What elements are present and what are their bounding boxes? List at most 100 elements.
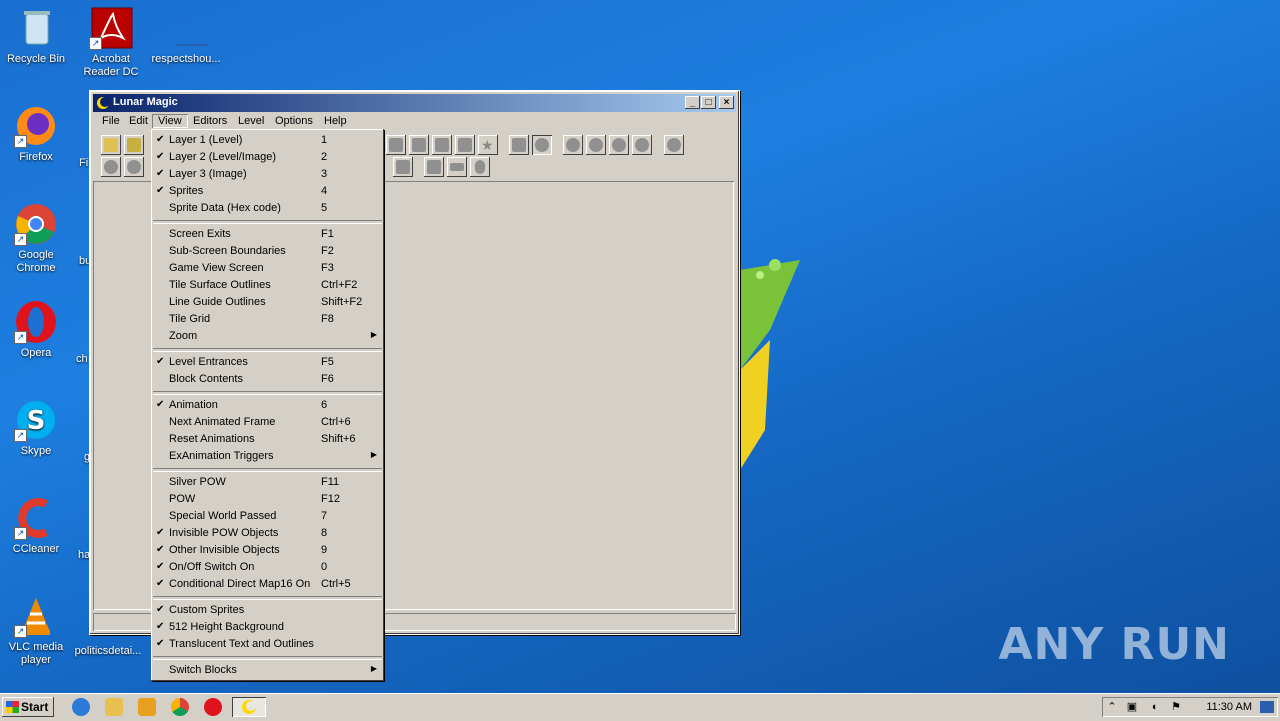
tool-button[interactable] <box>509 135 529 155</box>
tool-button[interactable] <box>124 157 144 177</box>
show-desktop-icon[interactable] <box>1260 701 1274 713</box>
menu-item-label: Level Entrances <box>169 356 248 368</box>
tool-button[interactable] <box>664 135 684 155</box>
view-menu-item[interactable]: ✔ Layer 1 (Level) 1 <box>153 132 382 149</box>
action-center-flag-icon[interactable]: ⚑ <box>1170 701 1182 713</box>
menu-help[interactable]: Help <box>318 114 353 128</box>
desktop-icon-label: VLC media player <box>8 641 64 666</box>
check-mark-icon: ✔ <box>156 604 165 615</box>
tool-button[interactable] <box>386 135 406 155</box>
view-menu-item[interactable]: Block Contents F6 <box>153 371 382 388</box>
volume-icon[interactable]: ◖ <box>1148 701 1160 713</box>
desktop-partial-label: ch <box>76 353 88 365</box>
close-button[interactable]: × <box>719 96 734 109</box>
explorer-quicklaunch-icon[interactable] <box>105 698 123 716</box>
minimize-button[interactable]: _ <box>685 96 700 109</box>
tool-button[interactable] <box>470 157 490 177</box>
maximize-button[interactable]: □ <box>701 96 716 109</box>
view-menu-item[interactable]: ✔ Layer 3 (Image) 3 <box>153 166 382 183</box>
menu-item-shortcut: F2 <box>321 245 334 257</box>
tool-button[interactable] <box>432 135 452 155</box>
desktop-icon-acrobat[interactable]: ↗ Acrobat Reader DC <box>75 6 147 79</box>
menu-options[interactable]: Options <box>269 114 319 128</box>
tool-button[interactable] <box>632 135 652 155</box>
view-menu-item[interactable]: ✔ Conditional Direct Map16 On Ctrl+5 <box>153 576 382 593</box>
skype-icon: S ↗ <box>14 398 58 442</box>
view-menu-item[interactable]: ✔ Invisible POW Objects 8 <box>153 525 382 542</box>
tool-button[interactable] <box>447 157 467 177</box>
menu-item-label: Next Animated Frame <box>169 416 276 428</box>
view-menu-item[interactable]: Sub-Screen Boundaries F2 <box>153 243 382 260</box>
tool-button[interactable] <box>609 135 629 155</box>
desktop-icon-opera[interactable]: ↗ Opera <box>0 300 72 360</box>
view-menu-item[interactable]: ✔ Translucent Text and Outlines <box>153 636 382 653</box>
menu-separator <box>153 220 382 224</box>
taskbar: Start ⌃ ▣ ◖ ⚑ 11:30 AM <box>0 693 1280 721</box>
view-menu-item[interactable]: ✔ Animation 6 <box>153 397 382 414</box>
ccleaner-icon: ↗ <box>14 496 58 540</box>
tool-button[interactable] <box>393 157 413 177</box>
tool-button[interactable] <box>455 135 475 155</box>
opera-quicklaunch-icon[interactable] <box>204 698 222 716</box>
media-player-quicklaunch-icon[interactable] <box>138 698 156 716</box>
view-menu-item[interactable]: Tile Grid F8 <box>153 311 382 328</box>
show-hidden-icons-icon[interactable]: ⌃ <box>1106 701 1118 713</box>
view-menu-item[interactable]: ✔ Sprites 4 <box>153 183 382 200</box>
menu-item-label: Layer 2 (Level/Image) <box>169 151 276 163</box>
desktop-icon-respectshou[interactable]: respectshou... <box>150 6 222 66</box>
open-rom-button[interactable] <box>101 135 121 155</box>
desktop-icon-label: CCleaner <box>12 543 60 555</box>
menu-item-shortcut: 4 <box>321 185 328 197</box>
view-menu-item[interactable]: Game View Screen F3 <box>153 260 382 277</box>
view-menu-item[interactable]: Special World Passed 7 <box>153 508 382 525</box>
star-tool-button[interactable]: ★ <box>478 135 498 155</box>
menu-edit[interactable]: Edit <box>123 114 154 128</box>
desktop-icon-label: Recycle Bin <box>6 53 66 65</box>
view-menu-item[interactable]: ✔ On/Off Switch On 0 <box>153 559 382 576</box>
view-menu-item[interactable]: Line Guide Outlines Shift+F2 <box>153 294 382 311</box>
view-menu-item[interactable]: Reset Animations Shift+6 <box>153 431 382 448</box>
chrome-quicklaunch-icon[interactable] <box>171 698 189 716</box>
lunar-magic-taskbar-button[interactable] <box>232 697 266 717</box>
desktop-icon-recycle-bin[interactable]: Recycle Bin <box>0 6 72 66</box>
view-menu-item[interactable]: ✔ Custom Sprites <box>153 602 382 619</box>
menu-file[interactable]: File <box>96 114 126 128</box>
tool-button[interactable] <box>424 157 444 177</box>
desktop-icon-ccleaner[interactable]: ↗ CCleaner <box>0 496 72 556</box>
ie-quicklaunch-icon[interactable] <box>72 698 90 716</box>
desktop-icon-label: Skype <box>20 445 52 457</box>
watermark: ANY RUN <box>998 619 1230 670</box>
tool-button[interactable] <box>563 135 583 155</box>
network-icon[interactable]: ▣ <box>1126 701 1138 713</box>
menu-editors[interactable]: Editors <box>187 114 233 128</box>
menu-view[interactable]: View <box>152 114 188 128</box>
menu-level[interactable]: Level <box>232 114 270 128</box>
view-menu-item[interactable]: ✔ Other Invisible Objects 9 <box>153 542 382 559</box>
view-menu-item[interactable]: Screen Exits F1 <box>153 226 382 243</box>
start-button[interactable]: Start <box>2 697 54 717</box>
menu-item-label: Translucent Text and Outlines <box>169 638 314 650</box>
menu-item-shortcut: 1 <box>321 134 328 146</box>
view-menu-item[interactable]: Sprite Data (Hex code) 5 <box>153 200 382 217</box>
desktop-icon-skype[interactable]: S ↗ Skype <box>0 398 72 458</box>
view-menu-item[interactable]: POW F12 <box>153 491 382 508</box>
view-menu-item[interactable]: Next Animated Frame Ctrl+6 <box>153 414 382 431</box>
tool-button[interactable] <box>409 135 429 155</box>
view-menu-item[interactable]: Switch Blocks ▶ <box>153 662 382 679</box>
desktop-icon-chrome[interactable]: ↗ Google Chrome <box>0 202 72 275</box>
desktop-icon-firefox[interactable]: ↗ Firefox <box>0 104 72 164</box>
title-bar[interactable]: Lunar Magic _ □ × <box>93 94 736 112</box>
tool-button[interactable] <box>101 157 121 177</box>
desktop-icon-vlc[interactable]: ↗ VLC media player <box>0 594 72 667</box>
view-menu-item[interactable]: ✔ Level Entrances F5 <box>153 354 382 371</box>
view-menu-item[interactable]: Silver POW F11 <box>153 474 382 491</box>
view-menu-item[interactable]: ✔ 512 Height Background <box>153 619 382 636</box>
clock[interactable]: 11:30 AM <box>1206 701 1252 713</box>
view-menu-item[interactable]: Zoom ▶ <box>153 328 382 345</box>
view-menu-item[interactable]: Tile Surface Outlines Ctrl+F2 <box>153 277 382 294</box>
tool-button-active[interactable] <box>532 135 552 155</box>
open-level-button[interactable] <box>124 135 144 155</box>
tool-button[interactable] <box>586 135 606 155</box>
view-menu-item[interactable]: ✔ Layer 2 (Level/Image) 2 <box>153 149 382 166</box>
view-menu-item[interactable]: ExAnimation Triggers ▶ <box>153 448 382 465</box>
